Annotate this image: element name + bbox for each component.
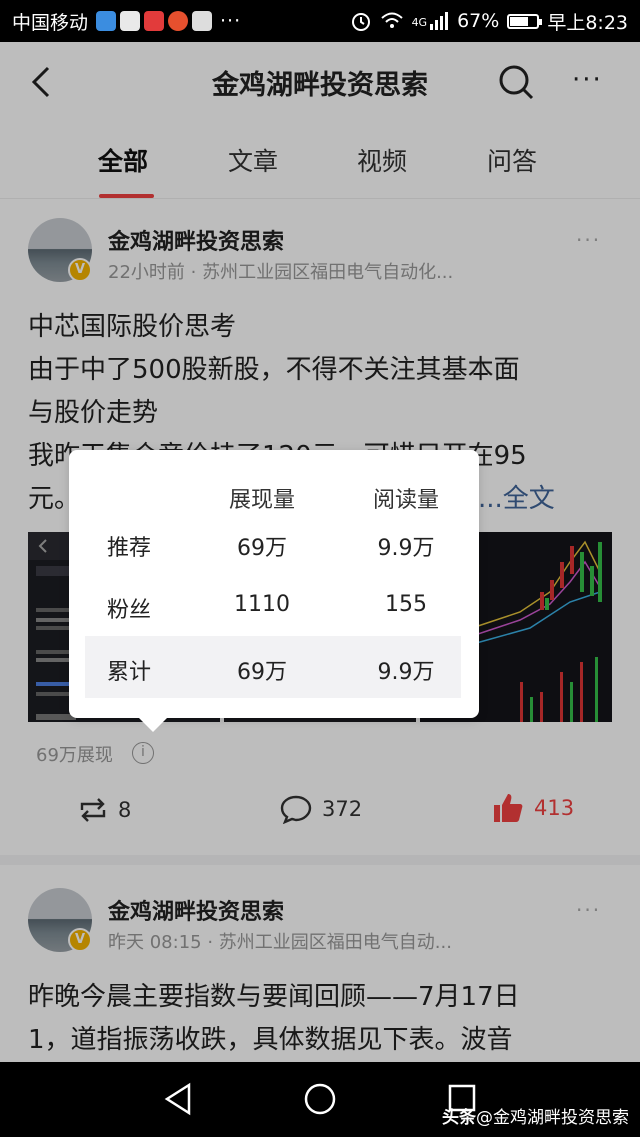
wifi-icon	[380, 12, 403, 28]
signal-icon	[430, 12, 449, 30]
battery-icon	[507, 13, 543, 29]
stats-row-fans: 粉丝 1110 155	[85, 574, 461, 636]
mail-notification-icon	[192, 11, 213, 31]
network-type: 4G	[411, 15, 428, 29]
stats-header-reads: 阅读量	[372, 488, 439, 513]
notification-icons	[96, 11, 213, 31]
status-bar: 中国移动 ··· 4G 67% 早上8:23	[0, 0, 640, 42]
stats-row-label: 粉丝	[106, 598, 151, 623]
browser-notification-icon	[96, 11, 117, 31]
toutiao-notification-icon	[168, 11, 189, 31]
stats-reads: 155	[385, 592, 427, 617]
popover-pointer	[139, 718, 167, 732]
more-notifications-dots: ···	[220, 10, 242, 32]
stats-row-label: 推荐	[106, 536, 151, 561]
watermark-app: 头条	[442, 1108, 476, 1128]
triangle-back-icon[interactable]	[163, 1082, 193, 1116]
circle-home-icon[interactable]	[303, 1082, 337, 1116]
news-notification-icon	[144, 11, 165, 31]
stats-row-recommend: 推荐 69万 9.9万	[85, 512, 461, 574]
stats-header-impressions: 展现量	[228, 488, 295, 513]
stats-reads: 9.9万	[377, 660, 435, 685]
app-notification-icon	[120, 11, 141, 31]
stats-impressions: 1110	[234, 592, 290, 617]
stats-reads: 9.9万	[377, 536, 435, 561]
clock: 早上8:23	[547, 11, 628, 34]
stats-popover: 展现量 阅读量 推荐 69万 9.9万 粉丝 1110 155 累计 69万 9…	[69, 450, 479, 732]
stats-impressions: 69万	[237, 660, 287, 685]
stats-row-total: 累计 69万 9.9万	[85, 636, 461, 698]
battery-level	[510, 16, 528, 26]
watermark: 头条@金鸡湖畔投资思索	[442, 1103, 629, 1128]
battery-percent: 67%	[457, 10, 500, 32]
carrier-label: 中国移动	[12, 11, 89, 34]
watermark-handle: @金鸡湖畔投资思索	[476, 1108, 629, 1128]
alarm-icon	[351, 13, 370, 31]
stats-row-label: 累计	[106, 660, 151, 685]
stats-impressions: 69万	[237, 536, 287, 561]
